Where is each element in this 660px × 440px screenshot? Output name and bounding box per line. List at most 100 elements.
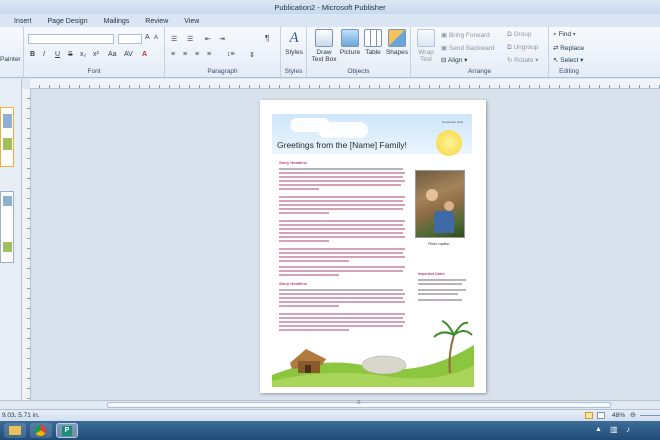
tab-page-design[interactable]: Page Design [40, 16, 96, 27]
font-size-combo[interactable] [118, 34, 142, 44]
zoom-out-icon[interactable]: ⊖ [630, 411, 636, 419]
group-button[interactable]: ⧉ Group [507, 31, 532, 39]
volume-icon[interactable]: ♪ [626, 425, 630, 434]
grow-font-icon[interactable]: A [145, 34, 150, 41]
family-photo[interactable] [415, 170, 465, 238]
rotate-button[interactable]: ↻ Rotate ▾ [507, 56, 539, 64]
cursor-position: 9.03, 5.71 in. [2, 412, 40, 419]
publisher-icon: P [62, 426, 72, 436]
font-color-icon[interactable]: A [142, 51, 147, 58]
network-icon[interactable]: ▥ [610, 425, 618, 434]
publication-heading[interactable]: Greetings from the [Name] Family! [277, 140, 407, 150]
thumbnail-image [3, 138, 12, 150]
superscript-icon[interactable]: x² [93, 51, 99, 58]
tab-view[interactable]: View [176, 16, 207, 27]
shapes-button-label: Shapes [385, 49, 409, 56]
chrome-icon [35, 425, 46, 436]
change-case-icon[interactable]: Aa [108, 51, 117, 58]
title-bar: Publication2 - Microsoft Publisher [0, 0, 660, 14]
two-page-view-icon[interactable] [597, 412, 605, 419]
table-button[interactable]: Table [363, 29, 383, 56]
zoom-slider[interactable] [640, 415, 660, 416]
ribbon: Painter A A B I U S x₂ x² Aa AV A Font ☰… [0, 27, 660, 78]
italic-icon[interactable]: I [43, 51, 45, 58]
group-label: Group [513, 31, 532, 38]
page-thumbnail-1[interactable] [0, 107, 14, 167]
folder-icon [9, 426, 21, 435]
replace-button[interactable]: ⇄ Replace [553, 44, 584, 52]
strikethrough-icon[interactable]: S [68, 51, 73, 58]
find-icon: ⌕ [553, 31, 557, 38]
wrap-text-icon [417, 29, 435, 47]
align-label: Align [447, 57, 463, 64]
shrink-font-icon[interactable]: A [154, 35, 158, 41]
story-headline-1[interactable]: Story Headline [279, 160, 307, 165]
line-spacing-icon[interactable]: ↕≡ [227, 51, 235, 58]
align-left-icon[interactable]: ≡ [171, 51, 175, 58]
show-paragraph-marks-icon[interactable]: ¶ [265, 34, 269, 43]
tab-review[interactable]: Review [137, 16, 176, 27]
font-group-label: Font [87, 68, 101, 75]
thumbnail-image [3, 242, 12, 252]
underline-icon[interactable]: U [55, 51, 60, 58]
bullets-icon[interactable]: ☰ [171, 35, 177, 43]
align-button[interactable]: ⊟ Align ▾ [441, 56, 467, 64]
vertical-ruler[interactable] [22, 89, 31, 400]
picture-icon [341, 29, 359, 47]
replace-label: Replace [560, 45, 585, 52]
single-page-view-icon[interactable] [585, 412, 593, 419]
window-title: Publication2 - Microsoft Publisher [274, 2, 386, 12]
chrome-taskbar-button[interactable] [30, 423, 52, 438]
photo-caption[interactable]: Photo caption [428, 242, 449, 246]
tray-up-arrow-icon[interactable]: ▲ [595, 426, 602, 433]
tab-insert[interactable]: Insert [6, 16, 40, 27]
character-spacing-icon[interactable]: AV [124, 51, 133, 58]
increase-indent-icon[interactable]: ⇥ [219, 35, 225, 43]
status-bar: 9.03, 5.71 in. 48% ⊖ [0, 409, 660, 421]
story-headline-2[interactable]: Story Headline [279, 281, 307, 286]
tab-mailings[interactable]: Mailings [96, 16, 138, 27]
replace-icon: ⇄ [553, 45, 559, 52]
newsletter-date[interactable]: Newsletter Date [442, 120, 463, 124]
align-center-icon[interactable]: ≡ [183, 51, 187, 58]
justify-icon[interactable]: ≡ [207, 51, 211, 58]
horizontal-ruler[interactable] [30, 79, 660, 89]
arrange-group-label: Arrange [467, 68, 492, 75]
ungroup-button[interactable]: ⧉ Ungroup [507, 44, 538, 52]
table-icon [364, 29, 382, 47]
paragraph-spacing-icon[interactable]: ⇕ [249, 51, 255, 59]
decrease-indent-icon[interactable]: ⇤ [205, 35, 211, 43]
horizontal-scrollbar[interactable]: ≡ [0, 400, 660, 409]
select-button[interactable]: ↖ Select ▾ [553, 56, 583, 64]
landscape-art[interactable] [272, 315, 474, 387]
wrap-text-label: Wrap Text [418, 49, 434, 63]
publication-page[interactable]: Newsletter Date Greetings from the [Name… [260, 100, 486, 393]
draw-text-box-button[interactable]: Draw Text Box [310, 29, 338, 63]
shapes-button[interactable]: Shapes [385, 29, 409, 56]
ungroup-label: Ungroup [513, 44, 539, 51]
align-right-icon[interactable]: ≡ [195, 51, 199, 58]
find-button[interactable]: ⌕ Find ▾ [553, 31, 576, 39]
rotate-label: Rotate [514, 57, 534, 64]
bring-forward-button[interactable]: ▣ Bring Forward [441, 31, 490, 39]
numbering-icon[interactable]: ☰ [187, 35, 193, 43]
wrap-text-button[interactable]: Wrap Text [414, 29, 438, 63]
ribbon-tabs: Insert Page Design Mailings Review View [0, 14, 660, 27]
bring-forward-label: Bring Forward [448, 32, 490, 39]
bold-icon[interactable]: B [30, 51, 35, 58]
format-painter-button[interactable]: Painter [0, 56, 21, 63]
shapes-icon [388, 29, 406, 47]
font-name-combo[interactable] [28, 34, 114, 44]
sidebar-title[interactable]: Important Dates [418, 272, 445, 276]
styles-button-label: Styles [285, 49, 303, 56]
publisher-taskbar-button[interactable]: P [56, 423, 78, 438]
send-backward-button[interactable]: ▣ Send Backward [441, 44, 494, 52]
objects-group-label: Objects [347, 68, 370, 75]
thumbnail-image [3, 196, 12, 206]
explorer-taskbar-button[interactable] [4, 423, 26, 438]
page-thumbnail-2[interactable] [0, 191, 14, 263]
zoom-level[interactable]: 48% [612, 412, 625, 419]
picture-button[interactable]: Picture [339, 29, 361, 56]
styles-button[interactable]: A Styles [283, 29, 305, 56]
subscript-icon[interactable]: x₂ [80, 51, 86, 58]
